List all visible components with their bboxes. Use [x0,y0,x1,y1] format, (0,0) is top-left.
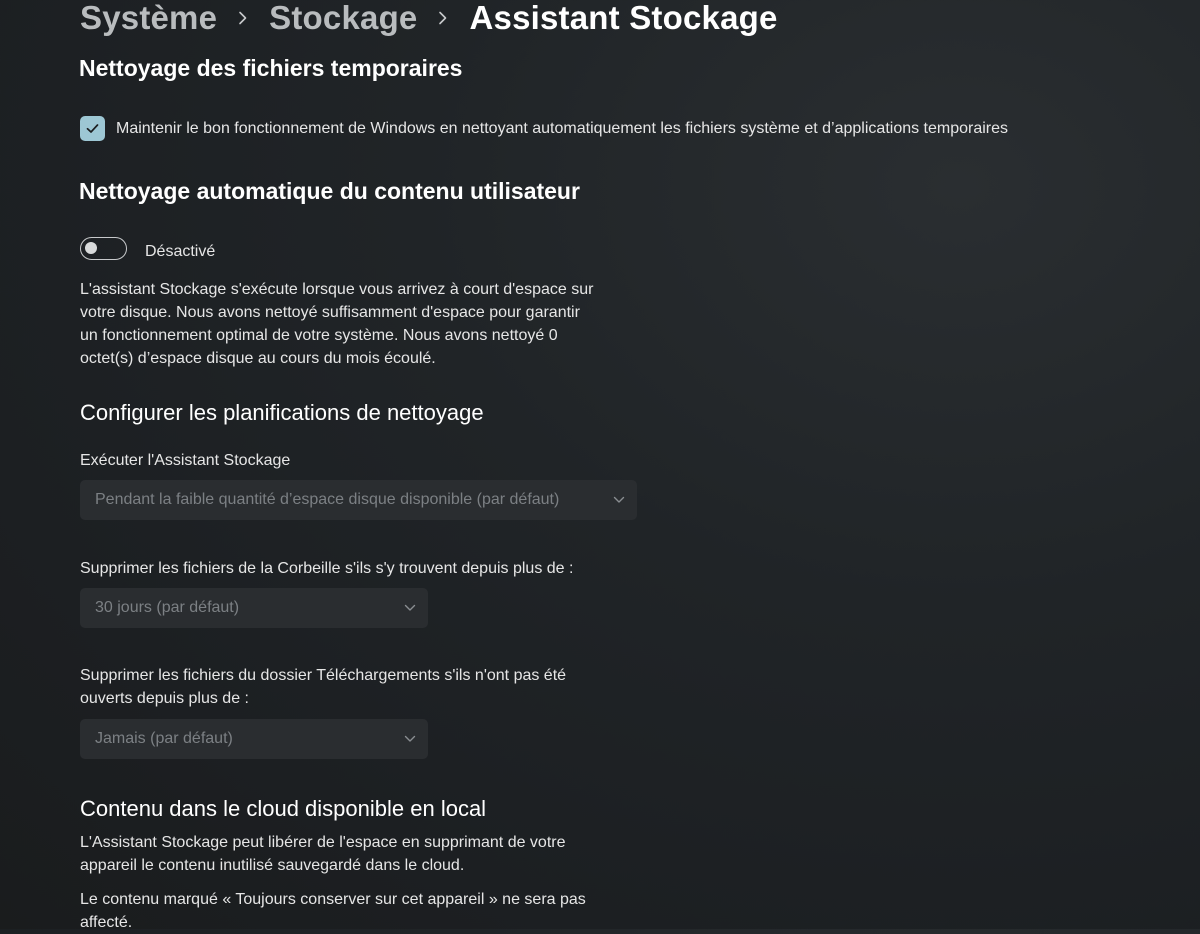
breadcrumb: Système Stockage Assistant Stockage [80,0,778,40]
downloads-label-line: Supprimer les fichiers du dossier Téléch… [80,667,567,684]
description-line: votre disque. Nous avons nettoyé suffisa… [80,304,580,321]
cloud-note-line: Le contenu marqué « Toujours conserver s… [80,891,586,908]
temp-cleanup-checkbox[interactable] [80,116,105,141]
toggle-state-label: Désactivé [145,243,216,260]
chevron-down-icon [392,604,428,612]
dropdown-selected-value: 30 jours (par défaut) [95,599,240,616]
schedules-heading: Configurer les planifications de nettoya… [80,400,484,425]
recycle-bin-label: Supprimer les fichiers de la Corbeille s… [80,560,574,577]
temp-cleanup-heading: Nettoyage des fichiers temporaires [79,55,463,81]
page-title: Assistant Stockage [469,0,778,36]
run-storage-sense-dropdown[interactable]: Pendant la faible quantité d’espace disq… [80,480,637,520]
dropdown-selected-value: Pendant la faible quantité d’espace disq… [95,491,560,508]
chevron-down-icon [392,735,428,743]
breadcrumb-item-systeme[interactable]: Système [80,0,217,37]
chevron-right-icon [217,11,269,25]
cloud-content-description: L'Assistant Stockage peut libérer de l'e… [80,831,640,877]
run-storage-sense-label: Exécuter l'Assistant Stockage [80,452,291,469]
temp-cleanup-checkbox-label[interactable]: Maintenir le bon fonctionnement de Windo… [116,117,1008,140]
downloads-label-line: ouverts depuis plus de : [80,690,249,707]
description-line: octet(s) d’espace disque au cours du moi… [80,350,436,367]
auto-cleanup-description: L'assistant Stockage s'exécute lorsque v… [80,278,640,370]
checkmark-icon [86,124,99,133]
description-line: L'assistant Stockage s'exécute lorsque v… [80,281,594,298]
chevron-down-icon [601,496,637,504]
cloud-note-line: affecté. [80,914,133,931]
auto-cleanup-heading: Nettoyage automatique du contenu utilisa… [79,178,580,204]
downloads-dropdown[interactable]: Jamais (par défaut) [80,719,428,759]
storage-sense-toggle[interactable] [80,237,127,260]
recycle-bin-dropdown[interactable]: 30 jours (par défaut) [80,588,428,628]
chevron-right-icon [417,11,469,25]
toggle-knob [85,242,97,254]
cloud-description-line: L'Assistant Stockage peut libérer de l'e… [80,834,566,851]
breadcrumb-item-stockage[interactable]: Stockage [269,0,417,37]
cloud-content-heading: Contenu dans le cloud disponible en loca… [80,796,487,821]
downloads-label: Supprimer les fichiers du dossier Téléch… [80,664,640,710]
cloud-description-line: appareil le contenu inutilisé sauvegardé… [80,857,465,874]
cloud-content-note: Le contenu marqué « Toujours conserver s… [80,888,640,934]
dropdown-selected-value: Jamais (par défaut) [95,730,233,747]
description-line: un fonctionnement optimal de votre systè… [80,327,558,344]
